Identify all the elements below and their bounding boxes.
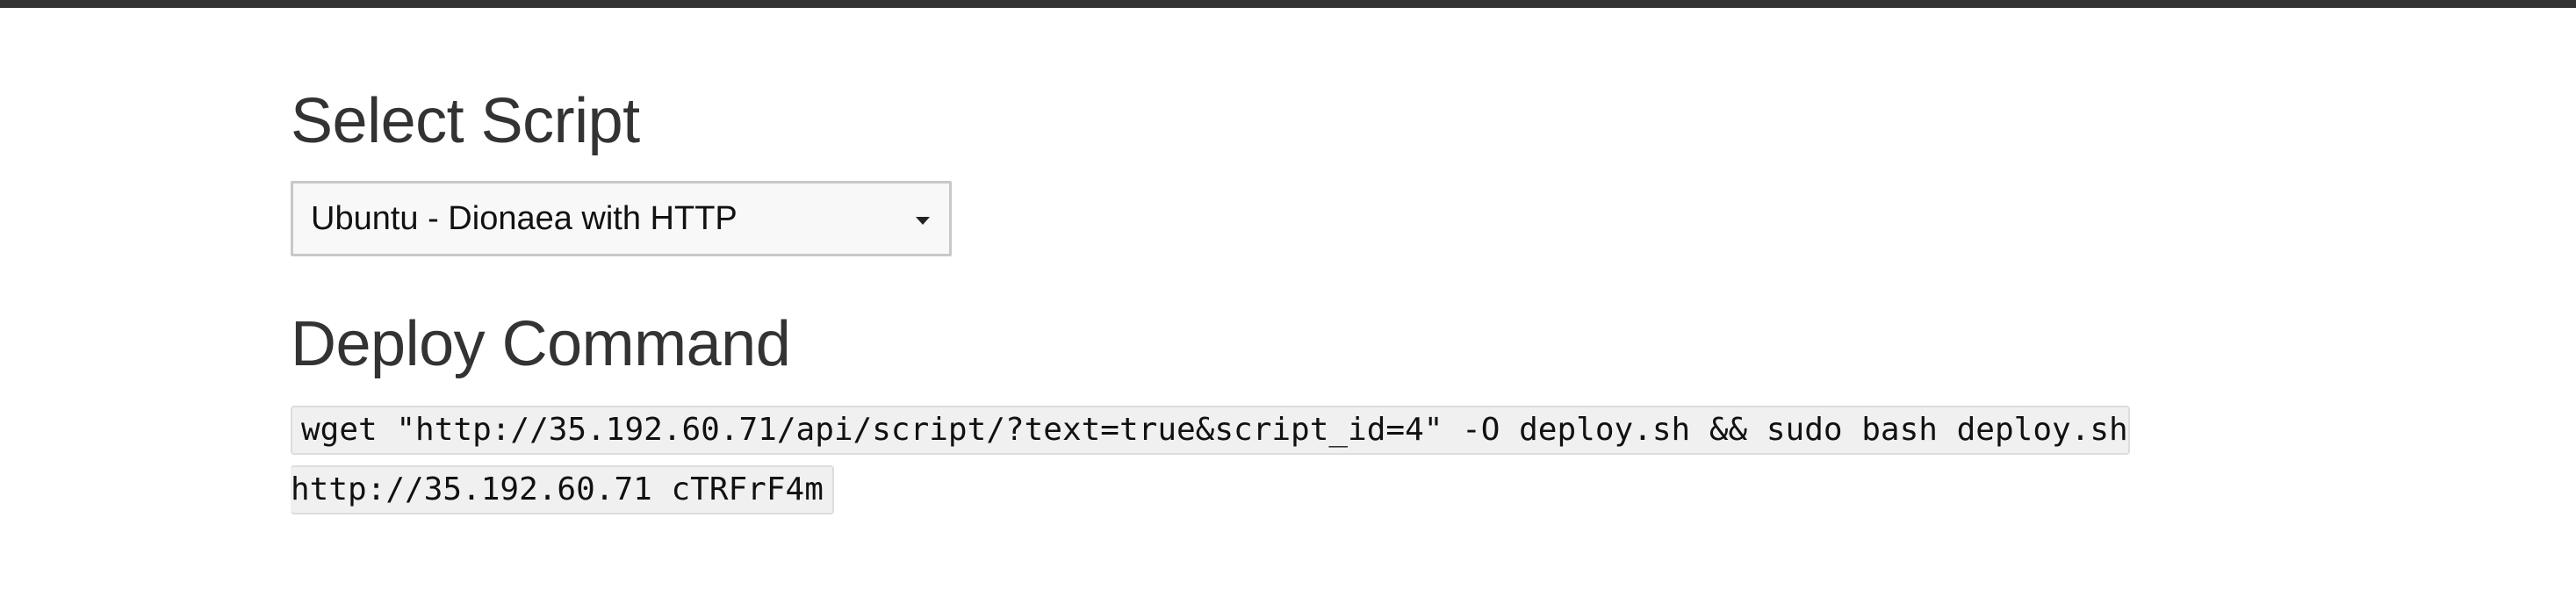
select-script-heading: Select Script — [291, 86, 640, 156]
caret-down-icon — [916, 217, 930, 225]
deploy-command-line-2: http://35.192.60.71 cTRFrF4m — [291, 465, 834, 514]
deploy-command-heading: Deploy Command — [291, 309, 791, 379]
deploy-command-code[interactable]: wget "http://35.192.60.71/api/script/?te… — [291, 402, 2130, 518]
script-select-dropdown[interactable]: Ubuntu - Dionaea with HTTP — [291, 181, 952, 256]
top-navbar — [0, 0, 2576, 8]
script-select-value: Ubuntu - Dionaea with HTTP — [311, 199, 738, 237]
deploy-command-line-1: wget "http://35.192.60.71/api/script/?te… — [291, 406, 2130, 455]
